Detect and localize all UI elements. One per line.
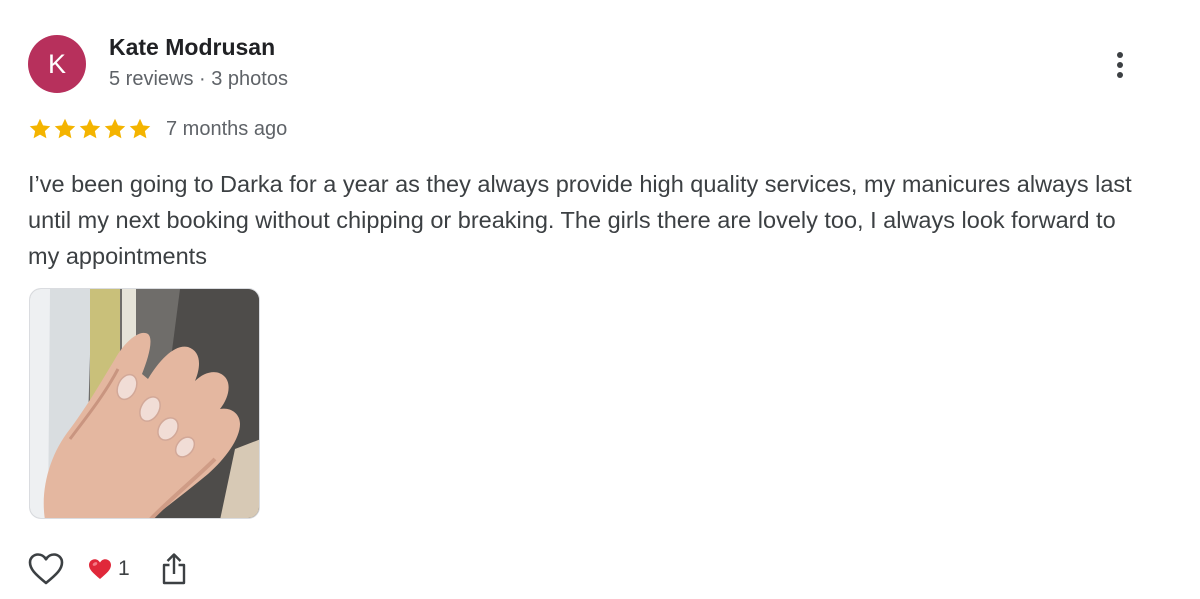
star-rating [28, 117, 152, 141]
star-icon [29, 118, 51, 139]
manicure-photo-image [30, 289, 259, 518]
more-vert-icon-dot [1117, 72, 1123, 78]
star-icon [79, 118, 101, 139]
more-options-button[interactable] [1106, 46, 1134, 84]
heart-outline-icon [28, 553, 64, 585]
avatar-initial: K [47, 48, 66, 79]
rating-row: 7 months ago [28, 116, 287, 142]
like-button[interactable] [26, 549, 66, 589]
red-heart-emoji-icon [89, 559, 111, 579]
share-icon [162, 553, 185, 585]
avatar[interactable]: K [28, 35, 86, 93]
star-icon [54, 118, 76, 139]
star-icon [129, 118, 151, 139]
star-icon [104, 118, 126, 139]
review-card: K Kate Modrusan 5 reviews · 3 photos 7 m… [0, 0, 1200, 599]
author-name[interactable]: Kate Modrusan [109, 34, 275, 61]
review-actions: 1 [26, 548, 192, 590]
reaction-count: 1 [118, 557, 130, 580]
review-photo[interactable] [29, 288, 260, 519]
heart-reaction[interactable]: 1 [88, 557, 130, 581]
more-vert-icon-dot [1117, 62, 1123, 68]
review-text: I’ve been going to Darka for a year as t… [28, 171, 1132, 269]
share-button[interactable] [156, 549, 192, 589]
author-meta: 5 reviews · 3 photos [109, 68, 288, 90]
more-vert-icon [1117, 52, 1123, 58]
review-time: 7 months ago [166, 117, 288, 140]
